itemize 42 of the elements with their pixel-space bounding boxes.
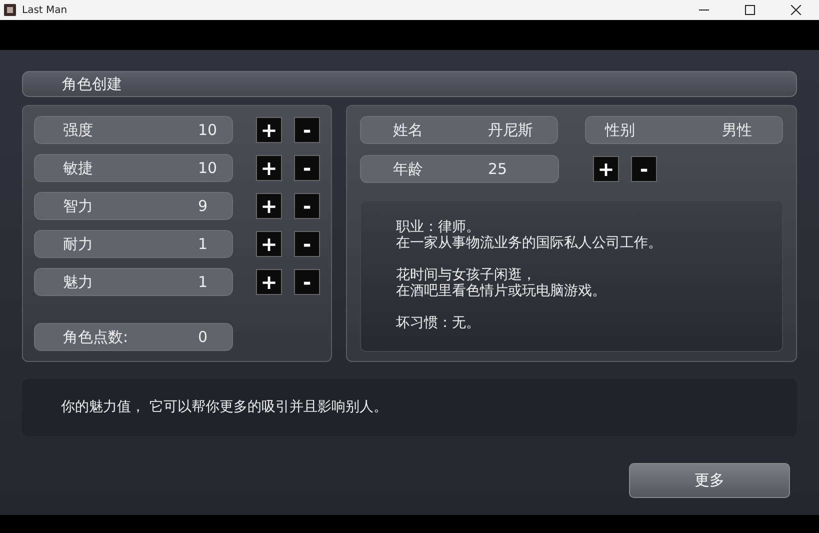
close-icon: [791, 5, 801, 15]
plus-button[interactable]: +: [256, 155, 282, 181]
field-value: 男性: [722, 120, 752, 141]
hint-text: 你的魅力值， 它可以帮你更多的吸引并且影响别人。: [22, 379, 797, 436]
field-value: 1: [198, 234, 208, 255]
field-label: 耐力: [63, 234, 94, 255]
field-label: 敏捷: [63, 158, 94, 179]
section-header: 角色创建: [22, 71, 797, 97]
field-value: 10: [198, 120, 218, 141]
plus-button[interactable]: +: [593, 156, 619, 182]
minus-button[interactable]: -: [294, 117, 320, 143]
field-label: 性别: [605, 120, 636, 141]
maximize-icon: [745, 5, 755, 15]
plus-button[interactable]: +: [256, 231, 282, 257]
window-title: Last Man: [22, 4, 68, 18]
field-label: 魅力: [63, 272, 94, 293]
field-label: 强度: [63, 120, 94, 141]
field-value: 丹尼斯: [488, 120, 533, 141]
field-value: 0: [198, 326, 208, 348]
minus-button[interactable]: -: [294, 231, 320, 257]
field-value: 9: [198, 196, 208, 217]
field-value: 10: [198, 158, 218, 179]
bio-line: 在酒吧里看色情片或玩电脑游戏。: [396, 283, 606, 299]
field-label: 智力: [63, 196, 94, 217]
minus-button[interactable]: -: [294, 155, 320, 181]
bio-line: 职业：律师。: [396, 219, 480, 235]
minus-button[interactable]: -: [294, 269, 320, 295]
app-icon: [4, 4, 16, 16]
minus-button[interactable]: -: [294, 193, 320, 219]
bio-line: 花时间与女孩子闲逛，: [396, 267, 536, 283]
field-value: 25: [488, 158, 508, 180]
bio-line: 在一家从事物流业务的国际私人公司工作。: [396, 235, 662, 251]
field-label: 姓名: [393, 120, 424, 141]
plus-button[interactable]: +: [256, 193, 282, 219]
bio-line: 坏习惯：无。: [396, 315, 480, 331]
field-label: 年龄: [393, 158, 424, 180]
minus-button[interactable]: -: [631, 156, 657, 182]
field-value: 1: [198, 272, 208, 293]
more-button[interactable]: 更多: [629, 463, 790, 498]
field-label: 角色点数:: [63, 326, 130, 348]
plus-button[interactable]: +: [256, 117, 282, 143]
plus-button[interactable]: +: [256, 269, 282, 295]
